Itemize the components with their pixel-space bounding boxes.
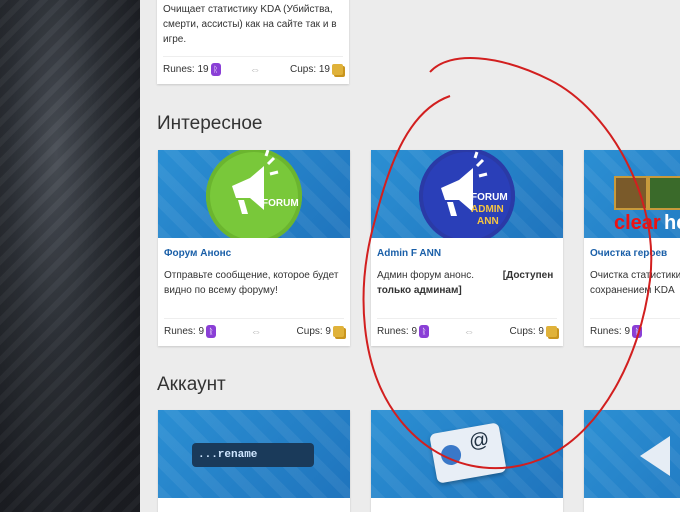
card-banner: FORUM ADMIN ANN (371, 150, 563, 238)
runes-price: Runes: 9ᚱ (590, 325, 643, 338)
main-content: Очищает статистику KDA (Убийства, смерти… (140, 0, 680, 512)
swap-icon: ⇔ (250, 325, 262, 338)
card-forum-announce[interactable]: FORUM Форум Анонс Отправьте сообщение, к… (158, 150, 350, 346)
rename-banner-text: ...rename (192, 443, 314, 467)
card-banner: @ (371, 410, 563, 498)
card-footer: Runes: 9ᚱ (590, 318, 680, 338)
swap-icon: ⇔ (463, 325, 475, 338)
card-title[interactable]: Admin F ANN (371, 238, 563, 259)
cups-icon (332, 63, 343, 75)
section-title-interesting: Интересное (157, 113, 263, 134)
card-banner: FORUM (158, 150, 350, 238)
swap-icon: ⇔ (249, 63, 261, 76)
card-description: Админ форум анонс. [Доступен только адми… (377, 270, 554, 296)
runes-price: Runes: 9ᚱ (377, 325, 430, 338)
card-account-3[interactable] (584, 410, 680, 512)
background-artwork (0, 0, 140, 512)
card-admin-forum-announce[interactable]: FORUM ADMIN ANN Admin F ANN Админ форум … (371, 150, 563, 346)
banner-text-heroes: he (664, 212, 680, 234)
logo-subtext-ann: ANN (477, 216, 499, 227)
card-change-email[interactable]: @ (371, 410, 563, 512)
card-clear-heroes[interactable]: clear he Очистка героев Очистка статисти… (584, 150, 680, 346)
card-banner: ...rename (158, 410, 350, 498)
card-footer: Runes: 19 ᚱ ⇔ Cups: 19 (163, 56, 343, 76)
cups-price: Cups: 9 (297, 325, 344, 337)
rune-icon: ᚱ (210, 63, 221, 76)
hero-portrait-1 (614, 176, 648, 210)
forum-logo: FORUM (206, 150, 302, 238)
admin-forum-logo: FORUM ADMIN ANN (419, 150, 515, 238)
runes-price: Runes: 9ᚱ (164, 325, 217, 338)
cups-price: Cups: 19 (290, 63, 343, 75)
card-rename[interactable]: ...rename (158, 410, 350, 512)
card-description: Отправьте сообщение, которое будет видно… (164, 270, 339, 296)
person-icon (439, 443, 463, 467)
card-banner: clear he (584, 150, 680, 238)
logo-text: FORUM (262, 198, 299, 209)
card-clear-kda[interactable]: Очищает статистику KDA (Убийства, смерти… (157, 0, 349, 84)
logo-text: FORUM (471, 192, 508, 203)
card-banner (584, 410, 680, 498)
card-description: Очищает статистику KDA (Убийства, смерти… (163, 4, 337, 45)
rune-icon: ᚱ (206, 325, 217, 338)
section-title-account: Аккаунт (157, 374, 226, 395)
megaphone-icon (232, 150, 279, 214)
cups-icon (546, 325, 557, 337)
runes-price: Runes: 19 ᚱ (163, 63, 221, 76)
cups-price: Cups: 9 (510, 325, 557, 337)
logo-subtext-admin: ADMIN (471, 204, 504, 215)
card-title[interactable]: Очистка героев (584, 238, 680, 259)
banner-text-clear: clear (614, 212, 661, 234)
card-footer: Runes: 9ᚱ ⇔ Cups: 9 (164, 318, 344, 338)
card-footer: Runes: 9ᚱ ⇔ Cups: 9 (377, 318, 557, 338)
contact-card-icon: @ (429, 422, 507, 484)
hero-portrait-2 (648, 176, 680, 210)
at-icon: @ (467, 428, 492, 454)
rune-icon: ᚱ (419, 325, 430, 338)
card-title[interactable]: Форум Анонс (158, 238, 350, 259)
cups-icon (333, 325, 344, 337)
card-description: Очистка статистики героев с сохранением … (590, 270, 680, 296)
rune-icon: ᚱ (632, 325, 643, 338)
arrow-icon (640, 436, 670, 476)
